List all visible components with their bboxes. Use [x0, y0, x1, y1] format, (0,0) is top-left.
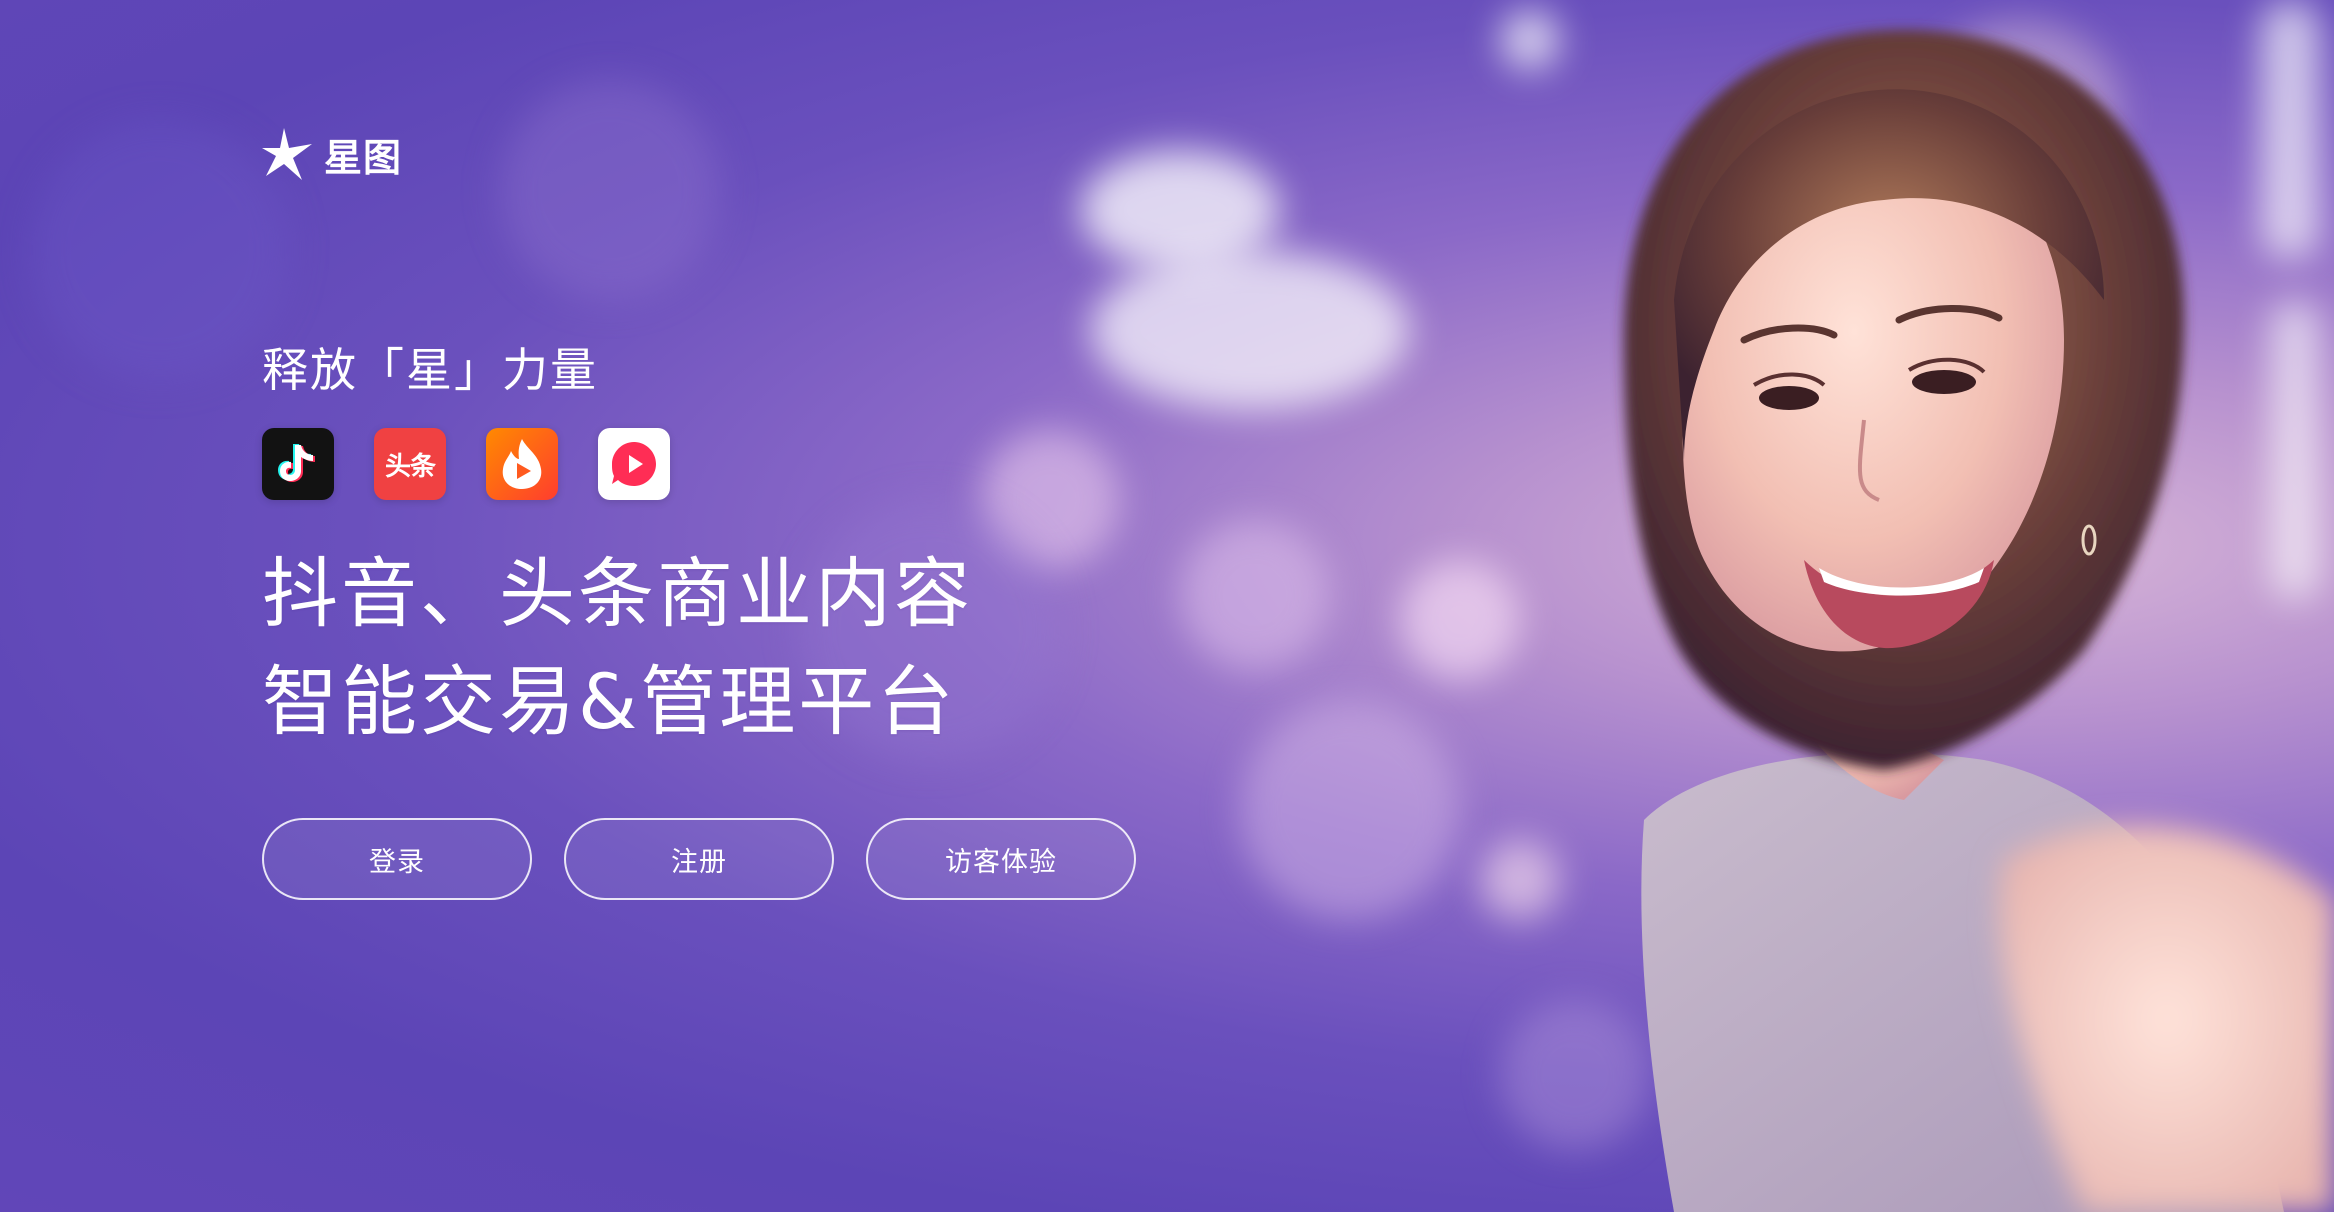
landing-page: 星图 释放「星」力量 头条 抖音、头条商业内容 智能交易&管理平台 登录 注册 … — [0, 0, 2334, 1212]
brand-logo[interactable]: 星图 — [262, 126, 402, 182]
cta-group: 登录 注册 访客体验 — [262, 818, 1136, 900]
register-button[interactable]: 注册 — [564, 818, 834, 900]
app-icon-row: 头条 — [262, 428, 670, 500]
bokeh-light — [30, 120, 290, 380]
guest-experience-button[interactable]: 访客体验 — [866, 818, 1136, 900]
bokeh-light — [500, 80, 720, 300]
hero-headline: 抖音、头条商业内容 智能交易&管理平台 — [262, 540, 973, 756]
bokeh-light — [2270, 300, 2320, 600]
huoshan-app-icon — [486, 428, 558, 500]
brand-name: 星图 — [324, 135, 403, 180]
douyin-app-icon — [262, 428, 334, 500]
headline-line-2: 智能交易&管理平台 — [262, 657, 957, 746]
xigua-app-icon — [598, 428, 670, 500]
bokeh-light — [1240, 700, 1460, 920]
bokeh-light — [1480, 840, 1560, 920]
headline-line-1: 抖音、头条商业内容 — [262, 549, 973, 638]
toutiao-app-icon: 头条 — [374, 428, 446, 500]
bokeh-light — [1180, 520, 1330, 670]
star-logo-icon — [262, 128, 312, 180]
bokeh-light — [1500, 1000, 1650, 1150]
hero-photo — [1624, 30, 2334, 1212]
bokeh-light — [1500, 10, 1560, 70]
bokeh-light — [980, 430, 1120, 570]
login-button[interactable]: 登录 — [262, 818, 532, 900]
bokeh-light — [1080, 150, 1280, 270]
bokeh-light — [1090, 250, 1410, 410]
bokeh-light — [2260, 0, 2320, 260]
hero-tagline: 释放「星」力量 — [262, 343, 598, 397]
bokeh-light — [1920, 20, 2120, 200]
toutiao-icon-label: 头条 — [384, 451, 436, 482]
bokeh-light — [1400, 560, 1520, 680]
